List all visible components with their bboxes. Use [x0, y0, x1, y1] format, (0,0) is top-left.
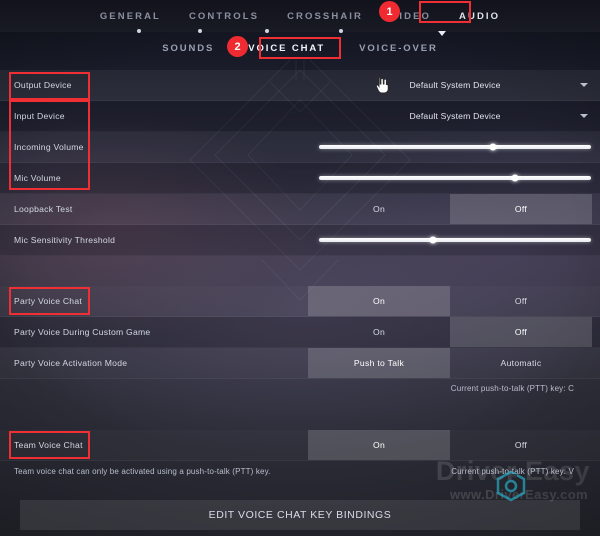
subtab-voice-over[interactable]: VOICE-OVER: [359, 43, 438, 54]
mic-sensitivity-threshold-label: Mic Sensitivity Threshold: [14, 235, 116, 245]
edit-voice-chat-key-bindings-button[interactable]: EDIT VOICE CHAT KEY BINDINGS: [20, 500, 580, 530]
row-loopback-test[interactable]: Loopback Test On Off: [0, 194, 600, 225]
row-party-voice-custom-game[interactable]: Party Voice During Custom Game On Off: [0, 317, 600, 348]
party-voice-custom-game-on[interactable]: On: [308, 317, 450, 347]
chevron-down-icon: [580, 83, 588, 87]
tab-audio[interactable]: AUDIO: [458, 9, 501, 24]
loopback-test-toggle[interactable]: On Off: [308, 194, 592, 224]
annotation-badge-2: 2: [227, 36, 248, 57]
row-mic-volume[interactable]: Mic Volume: [0, 163, 600, 194]
row-party-voice-activation-mode[interactable]: Party Voice Activation Mode Push to Talk…: [0, 348, 600, 379]
tab-general[interactable]: GENERAL: [99, 9, 162, 24]
nav-dot-video: [339, 29, 343, 33]
incoming-volume-track[interactable]: [319, 143, 591, 151]
party-voice-activation-push-to-talk[interactable]: Push to Talk: [308, 348, 450, 378]
incoming-volume-label: Incoming Volume: [14, 142, 84, 152]
valorant-settings-window: GENERAL CONTROLS CROSSHAIR VIDEO AUDIO S…: [0, 0, 600, 536]
party-voice-activation-mode-toggle[interactable]: Push to Talk Automatic: [308, 348, 592, 378]
tab-crosshair[interactable]: CROSSHAIR: [286, 9, 364, 24]
annotation-badge-1: 1: [379, 1, 400, 22]
party-ptt-key-note: Current push-to-talk (PTT) key: C: [450, 384, 574, 393]
party-voice-custom-game-label: Party Voice During Custom Game: [14, 327, 151, 337]
incoming-volume-knob[interactable]: [489, 143, 497, 151]
mic-volume-knob[interactable]: [511, 174, 519, 182]
nav-dot-general: [137, 29, 141, 33]
mic-volume-label: Mic Volume: [14, 173, 61, 183]
subtab-voice-chat[interactable]: VOICE CHAT: [248, 43, 325, 54]
party-voice-custom-game-toggle[interactable]: On Off: [308, 317, 592, 347]
party-voice-chat-on[interactable]: On: [308, 286, 450, 316]
mic-sensitivity-track[interactable]: [319, 236, 591, 244]
row-incoming-volume[interactable]: Incoming Volume: [0, 132, 600, 163]
sub-nav-tabs: SOUNDS VOICE CHAT VOICE-OVER: [0, 36, 600, 60]
input-device-dropdown[interactable]: Default System Device: [310, 101, 600, 131]
input-device-value: Default System Device: [409, 111, 501, 121]
party-voice-chat-toggle[interactable]: On Off: [308, 286, 592, 316]
output-device-dropdown[interactable]: Default System Device: [310, 70, 600, 100]
row-input-device[interactable]: Input Device Default System Device: [0, 101, 600, 132]
row-mic-sensitivity-threshold[interactable]: Mic Sensitivity Threshold: [0, 225, 600, 256]
mic-volume-track[interactable]: [319, 174, 591, 182]
nav-active-caret-audio: [438, 31, 446, 36]
subtab-sounds[interactable]: SOUNDS: [162, 43, 214, 54]
output-device-value: Default System Device: [409, 80, 501, 90]
team-voice-chat-toggle[interactable]: On Off: [308, 430, 592, 460]
team-voice-helper-note: Team voice chat can only be activated us…: [14, 467, 271, 476]
team-voice-chat-label: Team Voice Chat: [14, 440, 83, 450]
party-voice-activation-automatic[interactable]: Automatic: [450, 348, 592, 378]
output-device-control[interactable]: Default System Device: [310, 70, 600, 100]
tab-controls[interactable]: CONTROLS: [188, 9, 260, 24]
row-team-voice-chat[interactable]: Team Voice Chat On Off: [0, 430, 600, 461]
party-voice-chat-label: Party Voice Chat: [14, 296, 83, 306]
chevron-down-icon: [580, 114, 588, 118]
settings-list: Output Device Default System Device Inpu…: [0, 70, 600, 256]
nav-dot-crosshair: [265, 29, 269, 33]
loopback-test-label: Loopback Test: [14, 204, 73, 214]
mic-volume-slider[interactable]: [319, 163, 591, 193]
mic-sensitivity-slider[interactable]: [319, 225, 591, 255]
incoming-volume-slider[interactable]: [319, 132, 591, 162]
party-voice-group: Party Voice Chat On Off Party Voice Duri…: [0, 286, 600, 379]
input-device-control[interactable]: Default System Device: [310, 101, 600, 131]
row-output-device[interactable]: Output Device Default System Device: [0, 70, 600, 101]
driver-easy-logo: [496, 470, 526, 502]
team-voice-group: Team Voice Chat On Off: [0, 430, 600, 461]
mic-sensitivity-knob[interactable]: [429, 236, 437, 244]
top-nav-tabs: GENERAL CONTROLS CROSSHAIR VIDEO AUDIO: [0, 0, 600, 32]
nav-dot-controls: [198, 29, 202, 33]
loopback-test-off[interactable]: Off: [450, 194, 592, 224]
party-voice-custom-game-off[interactable]: Off: [450, 317, 592, 347]
row-party-voice-chat[interactable]: Party Voice Chat On Off: [0, 286, 600, 317]
party-voice-activation-mode-label: Party Voice Activation Mode: [14, 358, 128, 368]
party-voice-chat-off[interactable]: Off: [450, 286, 592, 316]
team-voice-chat-on[interactable]: On: [308, 430, 450, 460]
input-device-label: Input Device: [14, 111, 65, 121]
output-device-label: Output Device: [14, 80, 72, 90]
team-voice-chat-off[interactable]: Off: [450, 430, 592, 460]
loopback-test-on[interactable]: On: [308, 194, 450, 224]
